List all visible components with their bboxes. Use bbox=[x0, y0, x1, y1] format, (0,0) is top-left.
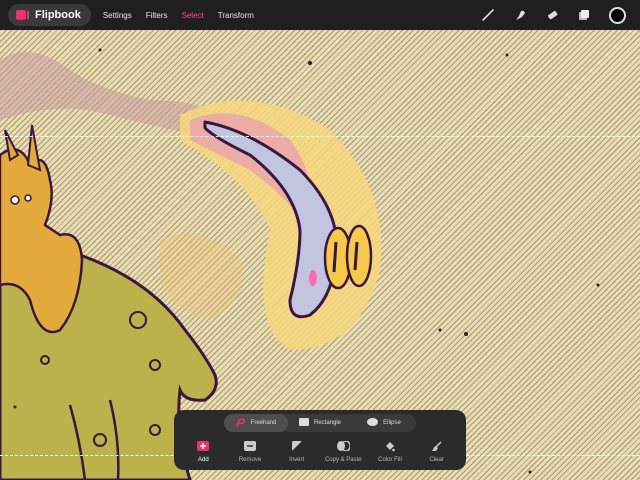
clear-button[interactable]: Clear bbox=[416, 440, 458, 463]
mode-freehand[interactable]: Freehand bbox=[224, 414, 288, 432]
lasso-icon bbox=[235, 417, 246, 429]
main-menu: Settings Filters Select Transform bbox=[103, 11, 254, 20]
selection-mode-switcher: Freehand Rectangle Ellipse bbox=[224, 414, 416, 432]
selection-panel: Freehand Rectangle Ellipse Add Remove In… bbox=[174, 410, 466, 470]
invert-button[interactable]: Invert bbox=[276, 440, 318, 463]
clear-label: Clear bbox=[429, 457, 444, 463]
remove-icon bbox=[243, 440, 256, 452]
eraser-icon[interactable] bbox=[545, 8, 559, 22]
flipbook-logo-icon bbox=[16, 10, 29, 20]
mode-rectangle-label: Rectangle bbox=[313, 420, 342, 426]
app-name: Flipbook bbox=[35, 9, 81, 21]
menu-filters[interactable]: Filters bbox=[146, 11, 168, 20]
mode-ellipse-label: Ellipse bbox=[383, 420, 401, 426]
color-fill-button[interactable]: Color Fill bbox=[369, 440, 411, 463]
layers-icon[interactable] bbox=[577, 8, 591, 22]
top-toolbar: Flipbook Settings Filters Select Transfo… bbox=[0, 0, 640, 30]
menu-settings[interactable]: Settings bbox=[103, 11, 132, 20]
remove-button[interactable]: Remove bbox=[229, 440, 271, 463]
mode-rectangle[interactable]: Rectangle bbox=[288, 414, 352, 432]
menu-select[interactable]: Select bbox=[182, 11, 204, 20]
brush-icon[interactable] bbox=[481, 8, 495, 22]
clear-icon bbox=[431, 440, 442, 452]
add-icon bbox=[197, 440, 210, 452]
copy-paste-button[interactable]: Copy & Paste bbox=[322, 440, 364, 463]
rectangle-icon bbox=[298, 418, 309, 428]
mode-ellipse[interactable]: Ellipse bbox=[352, 414, 416, 432]
color-fill-icon bbox=[384, 440, 396, 452]
invert-icon bbox=[291, 440, 302, 452]
selection-marquee-top bbox=[0, 136, 640, 137]
tool-group bbox=[481, 0, 626, 30]
selection-actions: Add Remove Invert Copy & Paste Color Fil… bbox=[174, 440, 466, 463]
app-logo[interactable]: Flipbook bbox=[8, 4, 91, 26]
smudge-icon[interactable] bbox=[513, 8, 527, 22]
remove-label: Remove bbox=[238, 457, 262, 463]
invert-label: Invert bbox=[289, 457, 305, 463]
add-label: Add bbox=[197, 457, 209, 463]
color-fill-label: Color Fill bbox=[378, 457, 402, 463]
menu-transform[interactable]: Transform bbox=[218, 11, 254, 20]
color-swatch[interactable] bbox=[609, 6, 626, 24]
add-button[interactable]: Add bbox=[182, 440, 224, 463]
copy-paste-label: Copy & Paste bbox=[324, 457, 362, 463]
ellipse-icon bbox=[367, 418, 379, 428]
mode-freehand-label: Freehand bbox=[250, 420, 277, 426]
copy-paste-icon bbox=[336, 440, 350, 452]
